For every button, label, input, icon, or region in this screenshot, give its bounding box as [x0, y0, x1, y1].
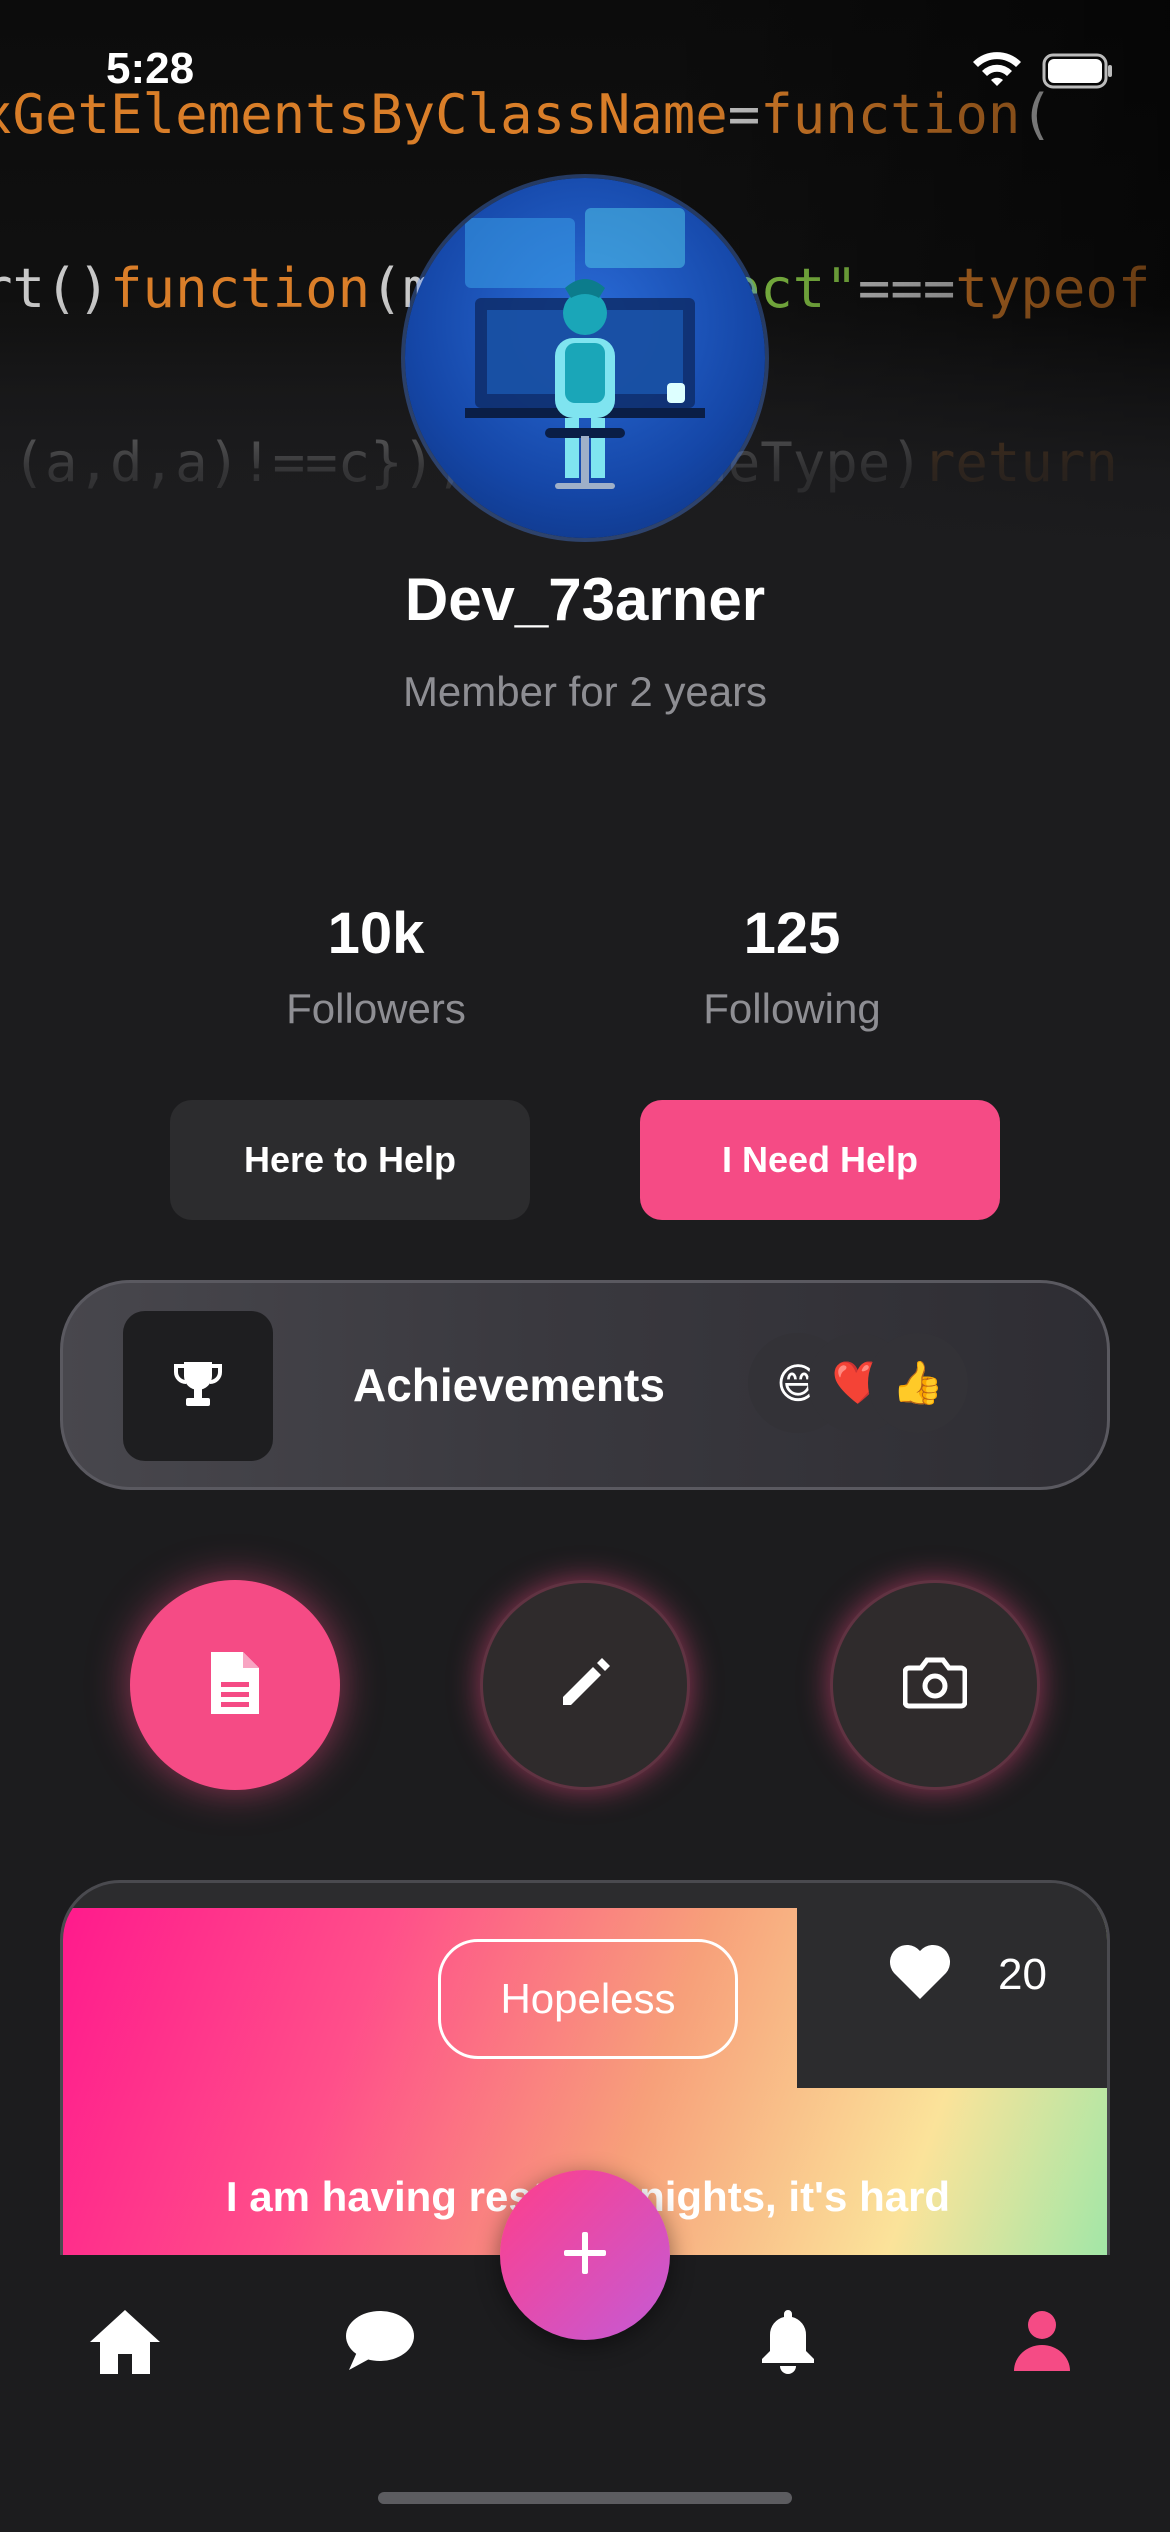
- avatar[interactable]: [405, 178, 765, 538]
- tab-profile[interactable]: [1002, 2303, 1082, 2383]
- following-count: 125: [743, 901, 841, 966]
- status-bar: 5:28: [0, 0, 1170, 140]
- tab-notifications[interactable]: [748, 2303, 828, 2383]
- battery-icon: [1042, 53, 1114, 94]
- thumbs-up-emoji: 👍: [868, 1333, 968, 1433]
- trophy-badge: [123, 1311, 273, 1461]
- home-icon: [88, 2306, 162, 2381]
- heart-icon[interactable]: [888, 1943, 952, 2006]
- tab-chat[interactable]: [340, 2303, 420, 2383]
- posts-button[interactable]: [130, 1580, 340, 1790]
- followers-label: Followers: [286, 985, 466, 1032]
- followers-stat[interactable]: 10k Followers: [226, 900, 526, 1033]
- add-icon: [560, 2228, 610, 2283]
- here-to-help-button[interactable]: Here to Help: [170, 1100, 530, 1220]
- like-count: 20: [998, 1949, 1047, 1999]
- like-control[interactable]: 20: [888, 1943, 1047, 2006]
- document-icon: [207, 1648, 263, 1723]
- profile-icon: [1012, 2309, 1072, 2378]
- following-stat[interactable]: 125 Following: [642, 900, 942, 1033]
- achievement-emojis: 😄 ❤️ 👍: [748, 1333, 968, 1433]
- member-since: Member for 2 years: [402, 668, 768, 715]
- home-indicator: [378, 2492, 792, 2504]
- achievements-label: Achievements: [353, 1359, 665, 1411]
- camera-button[interactable]: [830, 1580, 1040, 1790]
- wifi-icon: [972, 52, 1022, 95]
- status-icons: [972, 52, 1114, 95]
- achievements-card[interactable]: Achievements 😄 ❤️ 👍: [60, 1280, 1110, 1490]
- username: Dev_73arner: [404, 566, 766, 633]
- need-help-button[interactable]: I Need Help: [640, 1100, 1000, 1220]
- mood-tag[interactable]: Hopeless: [438, 1939, 738, 2059]
- pencil-icon: [555, 1653, 615, 1718]
- add-post-button[interactable]: [500, 2170, 670, 2340]
- trophy-icon: [170, 1356, 226, 1417]
- followers-count: 10k: [327, 901, 425, 966]
- bell-icon: [756, 2306, 820, 2381]
- tab-home[interactable]: [85, 2303, 165, 2383]
- edit-button[interactable]: [480, 1580, 690, 1790]
- status-time: 5:28: [106, 44, 195, 93]
- camera-icon: [902, 1656, 968, 1715]
- following-label: Following: [703, 985, 881, 1032]
- chat-icon: [343, 2308, 417, 2379]
